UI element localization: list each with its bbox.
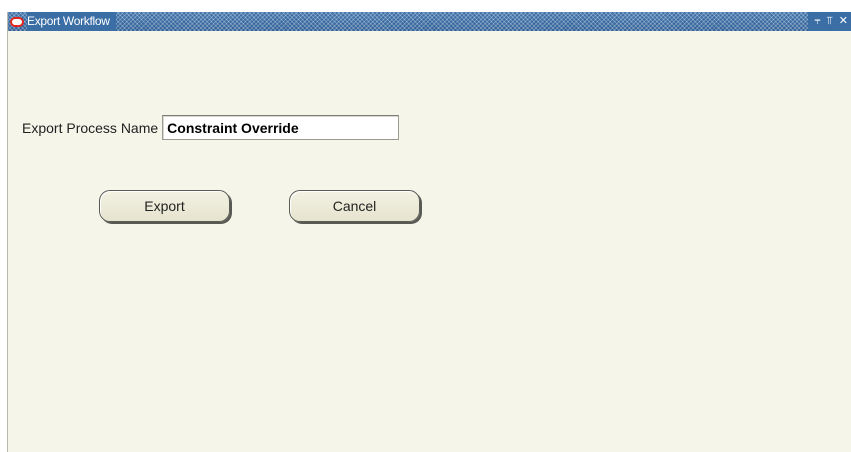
process-name-input[interactable]	[162, 115, 400, 140]
export-button[interactable]: Export	[99, 190, 230, 222]
process-name-row: Export Process Name	[22, 115, 400, 140]
minimize-icon[interactable]: ⫧	[814, 12, 820, 31]
cancel-button[interactable]: Cancel	[289, 190, 420, 222]
title-bar[interactable]: Export Workflow ⫧ ⫪ ✕	[8, 12, 851, 31]
export-workflow-window: Export Workflow ⫧ ⫪ ✕ Export Process Nam…	[7, 12, 851, 452]
window-controls: ⫧ ⫪ ✕	[808, 12, 851, 31]
maximize-icon[interactable]: ⫪	[827, 12, 833, 31]
close-icon[interactable]: ✕	[839, 12, 848, 31]
process-name-label: Export Process Name	[22, 119, 159, 136]
oracle-logo-icon	[10, 16, 24, 27]
window-title: Export Workflow	[27, 12, 116, 31]
